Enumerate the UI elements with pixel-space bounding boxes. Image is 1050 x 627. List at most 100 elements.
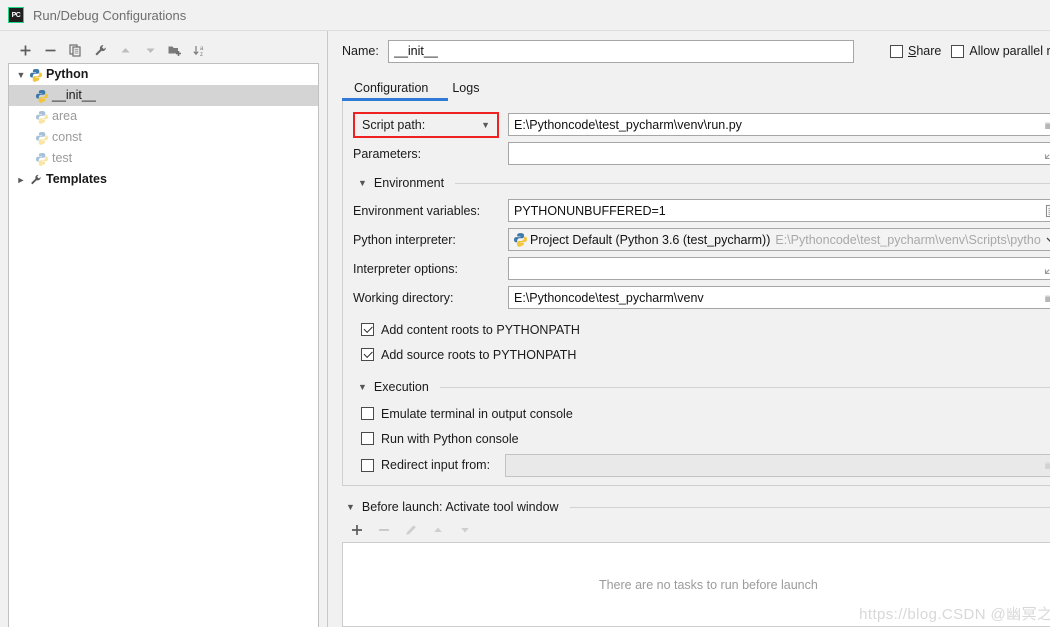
- script-path-input[interactable]: E:\Pythoncode\test_pycharm\venv\run.py: [508, 113, 1050, 136]
- name-label: Name:: [342, 44, 379, 58]
- emulate-terminal-row[interactable]: Emulate terminal in output console: [353, 401, 1050, 426]
- parameters-input[interactable]: [508, 142, 1050, 165]
- python-icon: [35, 89, 49, 103]
- redirect-input-checkbox[interactable]: [361, 458, 374, 472]
- share-checkbox-row[interactable]: Share: [890, 44, 941, 58]
- add-configuration-button[interactable]: [14, 39, 36, 61]
- wrench-icon: [31, 174, 41, 184]
- before-launch-task-list[interactable]: There are no tasks to run before launch …: [342, 542, 1050, 627]
- tree-item-templates[interactable]: ► Templates: [9, 169, 318, 190]
- add-source-roots-row[interactable]: Add source roots to PYTHONPATH: [353, 342, 1050, 367]
- add-content-roots-label: Add content roots to PYTHONPATH: [381, 322, 580, 337]
- tree-item-area[interactable]: area: [9, 106, 318, 127]
- create-folder-button[interactable]: [164, 39, 186, 61]
- expand-editor-icon[interactable]: [1041, 143, 1050, 164]
- watermark-text: https://blog.CSDN @幽冥之花: [859, 606, 1050, 623]
- environment-section-label: Environment: [373, 176, 445, 190]
- working-directory-control: E:\Pythoncode\test_pycharm\venv: [508, 286, 1050, 309]
- configuration-form: Script path: ▼ E:\Pythoncode\test_pychar…: [342, 101, 1050, 486]
- chevron-down-icon[interactable]: ▼: [358, 178, 367, 188]
- chevron-right-icon[interactable]: ►: [13, 175, 29, 185]
- add-source-roots-label: Add source roots to PYTHONPATH: [381, 347, 577, 362]
- chevron-down-icon[interactable]: ▼: [481, 120, 490, 130]
- redirect-input-label: Redirect input from:: [381, 458, 491, 472]
- allow-parallel-run-checkbox-row[interactable]: Allow parallel r: [951, 44, 1050, 58]
- name-row: Name: Share Allow parallel r: [342, 39, 1050, 63]
- before-launch-header[interactable]: ▼ Before launch: Activate tool window: [346, 500, 1050, 514]
- tree-item-init[interactable]: __init__: [9, 85, 318, 106]
- working-directory-value: E:\Pythoncode\test_pycharm\venv: [514, 290, 704, 305]
- interpreter-options-label: Interpreter options:: [353, 261, 458, 276]
- tree-item-label: test: [52, 151, 73, 166]
- share-accelerator: S: [908, 44, 917, 58]
- task-move-up-button: [427, 519, 449, 541]
- move-down-button[interactable]: [139, 39, 161, 61]
- browse-folder-icon[interactable]: [1041, 114, 1050, 135]
- pycharm-logo-icon: PC: [8, 7, 24, 23]
- execution-section-label: Execution: [373, 380, 429, 394]
- chevron-down-icon[interactable]: ▼: [358, 382, 367, 392]
- edit-task-button: [400, 519, 422, 541]
- tree-item-const[interactable]: const: [9, 127, 318, 148]
- parameters-control: [508, 142, 1050, 165]
- environment-variables-value: PYTHONUNBUFFERED=1: [514, 203, 666, 218]
- before-launch-label: Before launch: Activate tool window: [361, 500, 559, 514]
- environment-section-header[interactable]: ▼ Environment: [358, 176, 1050, 190]
- python-interpreter-label: Python interpreter:: [353, 232, 456, 247]
- configuration-editor: Name: Share Allow parallel r Configurati…: [328, 31, 1050, 627]
- tree-item-python[interactable]: ▼ Python: [9, 64, 318, 85]
- environment-variables-label: Environment variables:: [353, 203, 481, 218]
- tab-logs[interactable]: Logs: [440, 75, 491, 101]
- browse-folder-icon[interactable]: [1041, 287, 1050, 308]
- chevron-down-icon[interactable]: ▼: [346, 502, 355, 512]
- configurations-tree[interactable]: ▼ Python __init__ area const test ► Temp…: [8, 63, 319, 627]
- redirect-input-row: Redirect input from:: [353, 451, 1050, 479]
- script-path-control: E:\Pythoncode\test_pycharm\venv\run.py: [508, 113, 1050, 136]
- chevron-down-icon[interactable]: [1041, 229, 1050, 250]
- tree-item-test[interactable]: test: [9, 148, 318, 169]
- script-path-value: E:\Pythoncode\test_pycharm\venv\run.py: [514, 117, 742, 132]
- share-checkbox[interactable]: [890, 44, 903, 58]
- name-input[interactable]: [388, 39, 854, 63]
- edit-templates-button[interactable]: [89, 39, 111, 61]
- task-move-down-button: [454, 519, 476, 541]
- move-up-button[interactable]: [114, 39, 136, 61]
- tree-item-label: Templates: [46, 172, 107, 187]
- add-source-roots-checkbox[interactable]: [361, 348, 374, 361]
- python-icon: [35, 131, 49, 145]
- execution-section-header[interactable]: ▼ Execution: [358, 380, 1050, 394]
- chevron-down-icon[interactable]: ▼: [13, 70, 29, 80]
- edit-list-icon[interactable]: [1041, 200, 1050, 221]
- remove-configuration-button[interactable]: [39, 39, 61, 61]
- add-content-roots-row[interactable]: Add content roots to PYTHONPATH: [353, 317, 1050, 342]
- tree-item-label: area: [52, 109, 78, 124]
- run-with-console-row[interactable]: Run with Python console: [353, 426, 1050, 451]
- copy-configuration-button[interactable]: [64, 39, 86, 61]
- allow-parallel-run-checkbox[interactable]: [951, 44, 965, 58]
- emulate-terminal-checkbox[interactable]: [361, 407, 374, 420]
- working-directory-label: Working directory:: [353, 290, 454, 305]
- interpreter-options-input[interactable]: [508, 257, 1050, 280]
- add-content-roots-checkbox[interactable]: [361, 323, 374, 336]
- redirect-input-field: [505, 453, 1050, 477]
- header-options: Share Allow parallel r: [890, 44, 1050, 58]
- section-divider: [569, 506, 1050, 508]
- section-divider: [455, 182, 1050, 184]
- sort-configurations-button[interactable]: a z: [189, 39, 211, 61]
- python-interpreter-combo[interactable]: Project Default (Python 3.6 (test_pychar…: [508, 228, 1050, 251]
- add-task-button[interactable]: [346, 519, 368, 541]
- allow-parallel-run-label: Allow parallel r: [969, 44, 1050, 58]
- working-directory-input[interactable]: E:\Pythoncode\test_pycharm\venv: [508, 286, 1050, 309]
- dialog-body: a z ▼ Python __init__ area const test ► …: [0, 31, 1050, 627]
- sidebar-toolbar: a z: [8, 37, 319, 63]
- run-with-console-checkbox[interactable]: [361, 432, 374, 445]
- window-title: Run/Debug Configurations: [33, 7, 187, 23]
- environment-variables-input[interactable]: PYTHONUNBUFFERED=1: [508, 199, 1050, 222]
- before-launch-empty-text: There are no tasks to run before launch: [598, 577, 818, 592]
- script-path-combo[interactable]: Script path: ▼: [355, 114, 497, 136]
- parameters-row: Parameters:: [353, 140, 1050, 167]
- python-icon: [514, 233, 527, 247]
- expand-editor-icon[interactable]: [1041, 258, 1050, 279]
- python-interpreter-path: E:\Pythoncode\test_pycharm\venv\Scripts\…: [775, 232, 1041, 247]
- script-path-highlight-box: Script path: ▼: [353, 111, 499, 138]
